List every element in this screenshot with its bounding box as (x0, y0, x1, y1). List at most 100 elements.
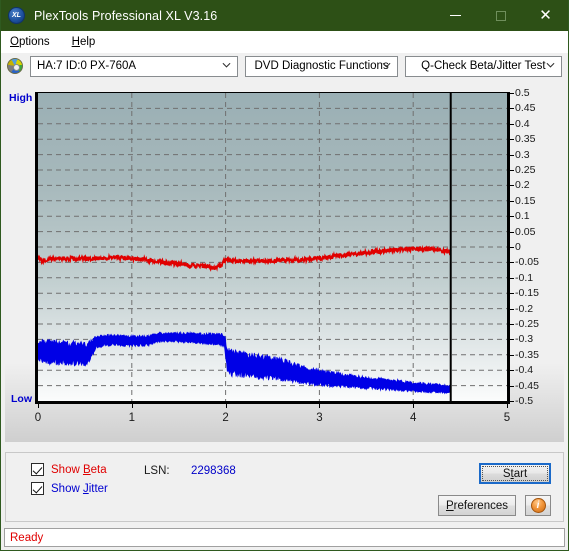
y-axis-tick-mark (510, 108, 514, 110)
y-axis-tick-mark (510, 308, 514, 310)
start-button[interactable]: Start (479, 463, 551, 484)
y-axis-tick-label: -0.4 (515, 364, 534, 377)
drive-select[interactable]: HA:7 ID:0 PX-760A (30, 55, 239, 77)
x-axis-tick-mark (319, 404, 321, 408)
close-icon[interactable]: ✕ (523, 0, 568, 31)
chevron-down-icon (546, 62, 555, 68)
x-axis-tick-label: 2 (222, 412, 229, 424)
preferences-button-label: Preferences (445, 499, 508, 512)
y-axis-tick-mark (510, 262, 514, 264)
info-icon: i (530, 498, 546, 513)
y-axis-tick-mark (510, 185, 514, 187)
x-axis-tick-mark (507, 404, 508, 408)
show-jitter-label: Show Jitter (51, 482, 108, 495)
y-axis-tick-label: -0.15 (515, 287, 539, 300)
chart-plot-area (35, 92, 510, 404)
menu-item-options[interactable]: Options (8, 34, 59, 50)
test-select-value: Q-Check Beta/Jitter Test (421, 60, 546, 72)
start-focus-outline (482, 466, 548, 481)
y-axis-tick-label: -0.05 (515, 256, 539, 269)
y-axis-tick-label: -0.45 (515, 379, 539, 392)
axis-label-high: High (9, 92, 33, 104)
y-axis-tick-mark (510, 170, 514, 171)
y-axis-tick-mark (510, 370, 514, 372)
x-axis-tick-label: 5 (503, 412, 511, 424)
y-axis-tick-mark (510, 354, 514, 356)
minimize-icon[interactable] (433, 0, 478, 31)
x-axis-tick-label: 4 (409, 412, 417, 424)
y-axis-tick-mark (510, 231, 514, 233)
y-axis-tick-label: 0.2 (515, 179, 530, 192)
show-beta-row[interactable]: Show Beta (31, 463, 107, 476)
y-axis-tick-label: 0.45 (515, 102, 536, 115)
y-axis-tick-label: -0.3 (515, 333, 534, 346)
plextools-window: XL PlexTools Professional XL V3.16 ✕ Opt… (0, 0, 569, 551)
chart-svg (38, 93, 507, 401)
y-axis-tick-mark (510, 339, 514, 341)
status-text: Ready (10, 531, 44, 544)
y-axis-tick-mark (510, 200, 514, 202)
y-axis-tick-label: 0.25 (515, 164, 536, 176)
y-axis-tick-mark (510, 93, 514, 94)
show-jitter-checkbox[interactable] (31, 482, 44, 495)
controls-panel: Show Beta Show Jitter LSN: 2298368 Start… (5, 452, 564, 522)
y-axis-tick-label: -0.1 (515, 271, 534, 284)
show-beta-label: Show Beta (51, 463, 107, 476)
y-axis-tick-label: -0.2 (515, 302, 534, 315)
y-axis-tick-label: 0.15 (515, 194, 536, 207)
lsn-value: 2298368 (191, 465, 236, 477)
show-beta-checkbox[interactable] (31, 463, 44, 476)
status-bar: Ready (4, 528, 565, 547)
chevron-down-icon (222, 62, 231, 68)
y-axis-tick-label: -0.25 (515, 318, 539, 330)
x-axis-tick-mark (131, 404, 133, 408)
menu-item-help[interactable]: Help (70, 34, 105, 50)
y-axis-tick-mark (510, 123, 514, 125)
y-axis-tick-label: 0 (515, 241, 521, 253)
y-axis-tick-mark (510, 293, 514, 295)
selector-toolbar: HA:7 ID:0 PX-760A DVD Diagnostic Functio… (1, 53, 568, 79)
y-axis-tick-mark (510, 216, 514, 218)
function-select[interactable]: DVD Diagnostic Functions (245, 55, 398, 77)
info-button[interactable]: i (525, 495, 551, 516)
y-axis-tick-mark (510, 277, 514, 279)
xl-logo-icon: XL (8, 7, 25, 24)
y-axis-tick-mark (510, 139, 514, 141)
menu-bar: Options Help (1, 31, 568, 53)
y-axis-tick-mark (510, 154, 514, 156)
x-axis-tick-label: 0 (34, 412, 42, 424)
chart-panel: High Low 0.5 0.45 0.4 0.35 0.3 0.25 0.2 0.15 0.1… (5, 82, 564, 442)
y-axis-tick-label: 0.3 (515, 148, 530, 161)
drive-select-value: HA:7 ID:0 PX-760A (37, 60, 137, 72)
x-axis-tick-mark (225, 404, 227, 408)
y-axis-tick-mark (510, 401, 514, 402)
x-axis-tick-label: 1 (128, 412, 135, 424)
title-bar: XL PlexTools Professional XL V3.16 ✕ (1, 0, 568, 31)
preferences-button[interactable]: Preferences (438, 495, 516, 516)
y-axis-tick-mark (510, 247, 514, 248)
y-axis-tick-label: 0.5 (515, 87, 530, 99)
y-axis-tick-label: -0.35 (515, 348, 539, 361)
window-title: PlexTools Professional XL V3.16 (34, 8, 218, 23)
y-axis-tick-label: 0.05 (515, 225, 536, 238)
lsn-label: LSN: (144, 465, 170, 477)
function-select-value: DVD Diagnostic Functions (254, 60, 389, 72)
series-beta (38, 244, 452, 272)
disc-icon (7, 58, 23, 74)
y-axis-tick-label: 0.35 (515, 133, 536, 146)
y-axis-tick-label: -0.5 (515, 395, 534, 407)
axis-label-low: Low (11, 393, 32, 405)
y-axis-tick-mark (510, 324, 514, 325)
chevron-down-icon (382, 62, 391, 68)
x-axis-tick-label: 3 (316, 412, 323, 424)
y-axis-tick-label: 0.1 (515, 210, 530, 223)
test-select[interactable]: Q-Check Beta/Jitter Test (404, 55, 562, 77)
window-buttons: ✕ (433, 0, 568, 31)
y-axis-tick-label: 0.4 (515, 117, 530, 130)
x-axis-tick-mark (38, 404, 39, 408)
series-jitter (38, 330, 452, 395)
maximize-icon[interactable] (478, 0, 523, 31)
show-jitter-row[interactable]: Show Jitter (31, 482, 108, 495)
y-axis-tick-mark (510, 385, 514, 387)
x-axis-tick-mark (413, 404, 415, 408)
